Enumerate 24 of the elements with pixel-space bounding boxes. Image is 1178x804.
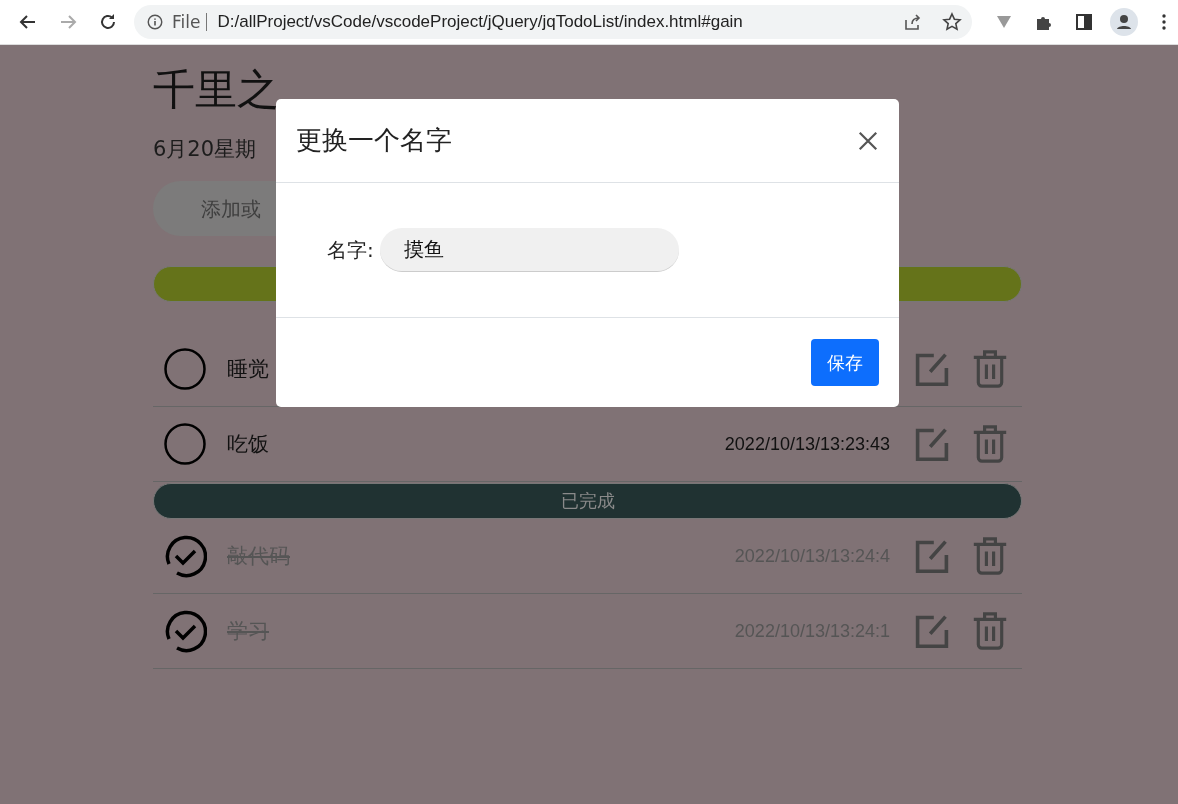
empty-circle-icon[interactable] <box>163 422 207 466</box>
star-icon[interactable] <box>942 12 962 32</box>
dialog-title: 更换一个名字 <box>296 124 452 157</box>
info-icon[interactable] <box>146 13 164 31</box>
scheme-label: File <box>172 12 201 32</box>
date-text: 6月20星期 <box>153 136 257 163</box>
close-icon[interactable] <box>857 129 879 152</box>
empty-circle-icon[interactable] <box>163 347 207 391</box>
name-input-field[interactable]: 摸鱼 <box>379 228 679 272</box>
timestamp-text: 2022/10/13/13:23:43 <box>724 433 890 455</box>
page-heading: 千里之 <box>153 64 279 116</box>
todo-text: 睡觉 <box>227 356 269 383</box>
share-icon[interactable] <box>902 12 922 32</box>
profile-avatar-icon[interactable] <box>1110 8 1138 36</box>
todo-text: 吃饭 <box>227 431 269 458</box>
reload-icon[interactable] <box>98 12 118 32</box>
save-button[interactable]: 保存 <box>811 339 879 386</box>
checked-circle-icon[interactable] <box>163 534 207 578</box>
name-label: 名字: <box>327 236 374 264</box>
address-bar[interactable]: File D:/allProject/vsCode/vscodeProject/jQuery/jqTodoList/index.html#gain <box>134 5 972 39</box>
section-header-bar: 已完成 <box>153 483 1022 519</box>
url-text: D:/allProject/vsCode/vscodeProject/jQuery/jqTodoList/index.html#gain <box>217 12 744 32</box>
checked-circle-icon[interactable] <box>163 609 207 653</box>
side-panel-icon[interactable] <box>1074 12 1094 32</box>
